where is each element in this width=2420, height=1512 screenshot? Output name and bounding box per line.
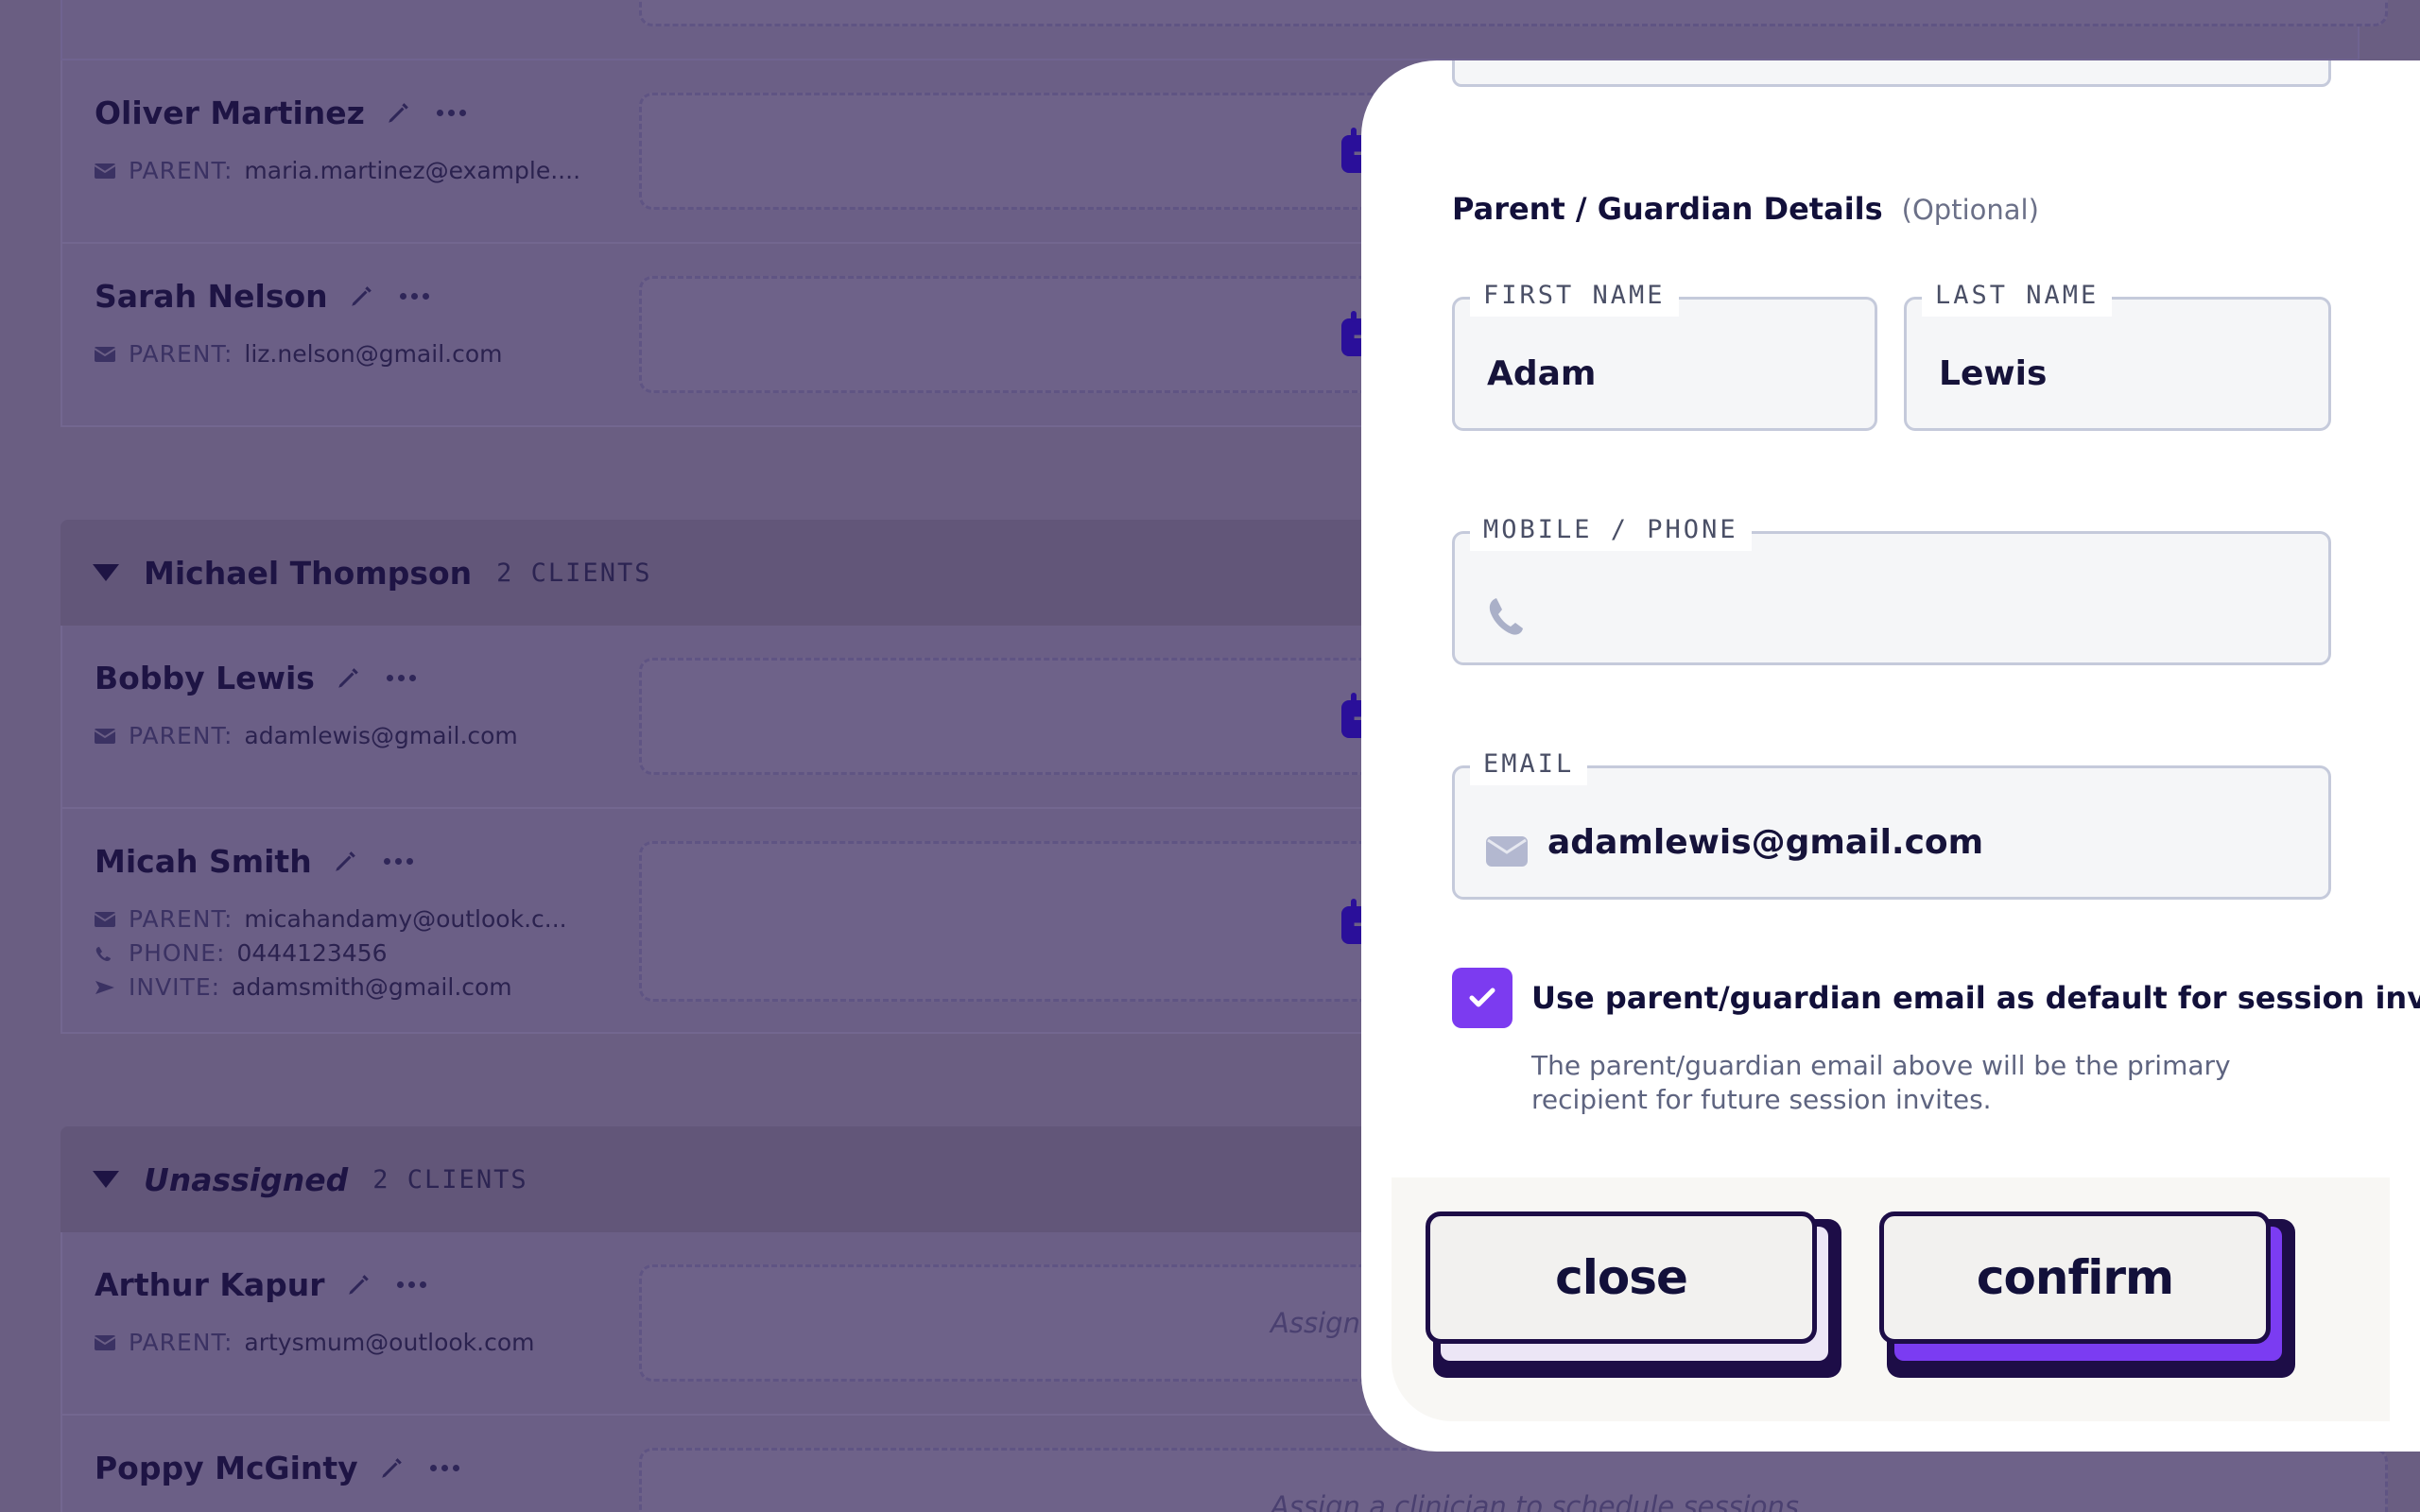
- envelope-icon: [1486, 836, 1528, 867]
- client-name-line: Poppy McGinty: [95, 1450, 459, 1486]
- pencil-icon[interactable]: [336, 666, 360, 691]
- first-name-label: FIRST NAME: [1470, 275, 1679, 317]
- client-name: Bobby Lewis: [95, 660, 315, 696]
- parent-label: PARENT:: [129, 157, 233, 184]
- parent-guardian-section-title: Parent / Guardian Details (Optional): [1452, 191, 2039, 227]
- mobile-phone-field[interactable]: MOBILE / PHONE: [1452, 509, 2331, 665]
- parent-label: PARENT:: [129, 905, 233, 933]
- confirm-button-wrapper: confirm: [1879, 1211, 2295, 1383]
- previous-field-cut[interactable]: [1452, 60, 2331, 87]
- group-count: 2 CLIENTS: [496, 558, 652, 588]
- last-name-label: LAST NAME: [1922, 275, 2113, 317]
- parent-email: adamlewis@gmail.com: [244, 722, 518, 749]
- parent-email-line: PARENT: micahandamy@outlook.c...: [95, 905, 567, 933]
- client-name-line: Sarah Nelson: [95, 278, 429, 315]
- confirm-button[interactable]: confirm: [1879, 1211, 2271, 1344]
- envelope-icon: [95, 728, 115, 744]
- client-name-line: Bobby Lewis: [95, 660, 416, 696]
- client-name: Oliver Martinez: [95, 94, 365, 131]
- mobile-phone-label: MOBILE / PHONE: [1470, 509, 1752, 551]
- client-name-line: Micah Smith: [95, 843, 413, 880]
- previous-client-row: [60, 0, 2388, 60]
- session-slot[interactable]: [639, 0, 2388, 26]
- parent-email: maria.martinez@example....: [244, 157, 581, 184]
- default-invite-description: The parent/guardian email above will be …: [1531, 1050, 2231, 1115]
- invite-value: adamsmith@gmail.com: [232, 973, 512, 1001]
- send-icon: [95, 980, 114, 994]
- envelope-icon: [95, 346, 115, 362]
- email-field[interactable]: EMAIL adamlewis@gmail.com: [1452, 744, 2331, 900]
- last-name-field[interactable]: LAST NAME Lewis: [1904, 275, 2331, 431]
- parent-email-line: PARENT: maria.martinez@example....: [95, 157, 580, 184]
- phone-icon: [1489, 598, 1523, 635]
- checkmark-icon: [1469, 988, 1495, 1007]
- close-button-wrapper: close: [1426, 1211, 1841, 1383]
- parent-email: micahandamy@outlook.c...: [244, 905, 567, 933]
- default-invite-checkbox[interactable]: [1452, 968, 1512, 1028]
- more-options-icon[interactable]: [399, 293, 429, 300]
- default-invite-option[interactable]: Use parent/guardian email as default for…: [1452, 968, 2420, 1028]
- first-name-value[interactable]: Adam: [1487, 354, 1596, 393]
- modal-footer: close confirm: [1392, 1177, 2390, 1421]
- pencil-icon[interactable]: [333, 850, 357, 874]
- client-name: Poppy McGinty: [95, 1450, 358, 1486]
- client-name: Sarah Nelson: [95, 278, 328, 315]
- first-name-field[interactable]: FIRST NAME Adam: [1452, 275, 1877, 431]
- invite-line: INVITE: adamsmith@gmail.com: [95, 973, 512, 1001]
- close-button[interactable]: close: [1426, 1211, 1817, 1344]
- more-options-icon[interactable]: [396, 1281, 426, 1288]
- client-name: Micah Smith: [95, 843, 312, 880]
- email-label: EMAIL: [1470, 744, 1588, 785]
- group-count: 2 CLIENTS: [372, 1164, 528, 1194]
- parent-email-line: PARENT: artysmum@outlook.com: [95, 1329, 534, 1356]
- pencil-icon[interactable]: [386, 101, 410, 126]
- parent-label: PARENT:: [129, 1329, 233, 1356]
- phone-label: PHONE:: [129, 939, 226, 967]
- envelope-icon: [95, 1334, 115, 1350]
- client-name-line: Oliver Martinez: [95, 94, 466, 131]
- pencil-icon[interactable]: [346, 1273, 371, 1297]
- parent-email-line: PARENT: adamlewis@gmail.com: [95, 722, 518, 749]
- phone-line: PHONE: 0444123456: [95, 939, 388, 967]
- parent-label: PARENT:: [129, 340, 233, 368]
- group-name: Michael Thompson: [144, 554, 473, 592]
- client-name: Arthur Kapur: [95, 1266, 325, 1303]
- more-options-icon[interactable]: [436, 110, 466, 116]
- phone-icon: [95, 946, 111, 961]
- caret-down-icon[interactable]: [93, 564, 119, 581]
- parent-label: PARENT:: [129, 722, 233, 749]
- email-value[interactable]: adamlewis@gmail.com: [1547, 823, 1983, 862]
- parent-email-line: PARENT: liz.nelson@gmail.com: [95, 340, 502, 368]
- mobile-phone-input[interactable]: [1546, 581, 2283, 638]
- edit-client-modal: Parent / Guardian Details (Optional) FIR…: [1361, 60, 2420, 1452]
- pencil-icon[interactable]: [349, 284, 373, 309]
- more-options-icon[interactable]: [386, 675, 416, 681]
- pencil-icon[interactable]: [379, 1456, 404, 1481]
- assign-clinician-hint: Assign a clinician to schedule sessions: [1270, 1490, 1799, 1512]
- envelope-icon: [95, 163, 115, 179]
- last-name-value[interactable]: Lewis: [1939, 354, 2047, 393]
- more-options-icon[interactable]: [429, 1465, 459, 1471]
- default-invite-label[interactable]: Use parent/guardian email as default for…: [1531, 980, 2420, 1016]
- parent-email: liz.nelson@gmail.com: [244, 340, 503, 368]
- session-slot[interactable]: Assign a clinician to schedule sessions: [639, 1448, 2388, 1512]
- client-name-line: Arthur Kapur: [95, 1266, 426, 1303]
- phone-value: 0444123456: [236, 939, 388, 967]
- group-name: Unassigned: [144, 1160, 349, 1198]
- parent-email: artysmum@outlook.com: [244, 1329, 535, 1356]
- caret-down-icon[interactable]: [93, 1171, 119, 1188]
- more-options-icon[interactable]: [383, 858, 413, 865]
- section-optional-label: (Optional): [1901, 194, 2039, 226]
- envelope-icon: [95, 911, 115, 927]
- section-title: Parent / Guardian Details: [1452, 191, 1883, 227]
- invite-label: INVITE:: [129, 973, 221, 1001]
